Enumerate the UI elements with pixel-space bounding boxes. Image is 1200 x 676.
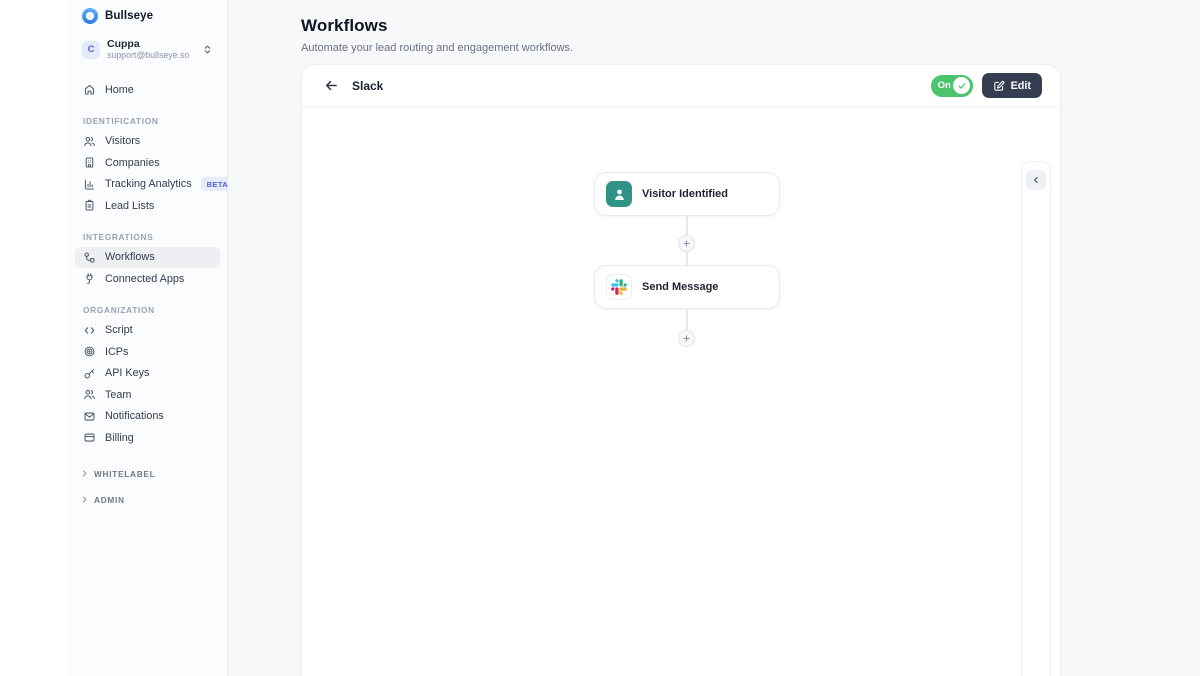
- chevron-right-icon: [80, 495, 89, 504]
- arrow-left-icon: [324, 78, 339, 93]
- section-label-integrations: INTEGRATIONS: [83, 232, 227, 242]
- sidebar-item-tracking-analytics[interactable]: Tracking Analytics BETA: [75, 174, 220, 196]
- edit-pencil-icon: [993, 80, 1005, 92]
- section-label-identification: IDENTIFICATION: [83, 116, 227, 126]
- sidebar-item-connected-apps[interactable]: Connected Apps: [75, 268, 220, 290]
- node-label: Send Message: [642, 281, 718, 293]
- key-icon: [83, 367, 96, 380]
- sidebar-item-label: Companies: [105, 157, 160, 169]
- collapsed-side-panel: [1021, 161, 1051, 676]
- page-title: Workflows: [301, 16, 573, 36]
- account-switcher[interactable]: C Cuppa support@bullseye.so: [76, 34, 219, 65]
- main-content: Workflows Automate your lead routing and…: [228, 0, 1200, 676]
- sidebar-item-workflows[interactable]: Workflows: [75, 247, 220, 269]
- bullseye-logo-icon: [82, 8, 98, 24]
- edit-button-label: Edit: [1011, 80, 1031, 92]
- sidebar-item-label: Script: [105, 324, 133, 336]
- workflow-editor-card: Slack On Edit: [301, 64, 1061, 676]
- collapsible-label: ADMIN: [94, 495, 125, 505]
- sidebar-item-home[interactable]: Home: [75, 79, 220, 101]
- sidebar-item-label: Home: [105, 84, 134, 96]
- account-info: Cuppa support@bullseye.so: [107, 38, 195, 61]
- sidebar-item-label: ICPs: [105, 346, 128, 358]
- visitor-person-icon: [606, 181, 632, 207]
- sidebar: Bullseye C Cuppa support@bullseye.so Hom…: [68, 0, 228, 676]
- account-name: Cuppa: [107, 38, 195, 50]
- sidebar-item-team[interactable]: Team: [75, 384, 220, 406]
- panel-expand-button[interactable]: [1026, 170, 1046, 190]
- sidebar-item-label: Connected Apps: [105, 273, 184, 285]
- plus-icon: [682, 239, 691, 248]
- sidebar-item-label: Lead Lists: [105, 200, 154, 212]
- header-actions: On Edit: [931, 73, 1042, 98]
- add-step-button[interactable]: [678, 330, 695, 347]
- avatar: C: [82, 41, 100, 59]
- toggle-state-label: On: [938, 80, 951, 91]
- workflow-node-trigger[interactable]: Visitor Identified: [594, 172, 780, 216]
- workflow-canvas: Visitor Identified Send: [302, 107, 1060, 676]
- clipboard-icon: [83, 199, 96, 212]
- sidebar-item-label: Team: [105, 389, 131, 401]
- credit-card-icon: [83, 431, 96, 444]
- building-icon: [83, 156, 96, 169]
- sidebar-item-label: Visitors: [105, 135, 140, 147]
- check-icon: [957, 81, 967, 91]
- bar-chart-icon: [83, 178, 96, 191]
- code-icon: [83, 324, 96, 337]
- edit-button[interactable]: Edit: [982, 73, 1042, 98]
- brand: Bullseye: [68, 0, 227, 30]
- sidebar-item-api-keys[interactable]: API Keys: [75, 363, 220, 385]
- home-icon: [83, 83, 96, 96]
- workflow-header: Slack On Edit: [302, 65, 1060, 107]
- toggle-knob: [953, 77, 970, 94]
- sidebar-item-billing[interactable]: Billing: [75, 427, 220, 449]
- select-chevrons-icon: [202, 44, 213, 55]
- node-label: Visitor Identified: [642, 188, 728, 200]
- chevron-left-icon: [1031, 175, 1041, 185]
- workflow-icon: [83, 251, 96, 264]
- page-header: Workflows Automate your lead routing and…: [301, 16, 573, 54]
- sidebar-item-lead-lists[interactable]: Lead Lists: [75, 195, 220, 217]
- mail-icon: [83, 410, 96, 423]
- add-step-button[interactable]: [678, 235, 695, 252]
- sidebar-item-label: Tracking Analytics: [105, 178, 192, 190]
- plus-icon: [682, 334, 691, 343]
- sidebar-item-label: Notifications: [105, 410, 164, 422]
- team-icon: [83, 388, 96, 401]
- brand-name: Bullseye: [105, 10, 153, 22]
- sidebar-item-companies[interactable]: Companies: [75, 152, 220, 174]
- plug-icon: [83, 272, 96, 285]
- target-icon: [83, 345, 96, 358]
- sidebar-nav: Home IDENTIFICATION Visitors Companies T…: [68, 65, 227, 505]
- app-root: Bullseye C Cuppa support@bullseye.so Hom…: [0, 0, 1200, 676]
- sidebar-item-label: API Keys: [105, 367, 149, 379]
- section-label-organization: ORGANIZATION: [83, 305, 227, 315]
- sidebar-item-script[interactable]: Script: [75, 320, 220, 342]
- chevron-right-icon: [80, 469, 89, 478]
- sidebar-item-visitors[interactable]: Visitors: [75, 131, 220, 153]
- sidebar-section-admin[interactable]: ADMIN: [80, 495, 227, 505]
- sidebar-section-whitelabel[interactable]: WHITELABEL: [80, 469, 227, 479]
- slack-logo-icon: [606, 274, 632, 300]
- workflow-name: Slack: [352, 79, 383, 93]
- sidebar-item-notifications[interactable]: Notifications: [75, 406, 220, 428]
- workflow-node-action[interactable]: Send Message: [594, 265, 780, 309]
- users-icon: [83, 135, 96, 148]
- account-email: support@bullseye.so: [107, 50, 195, 61]
- sidebar-item-label: Workflows: [105, 251, 155, 263]
- collapsible-label: WHITELABEL: [94, 469, 155, 479]
- back-button[interactable]: [320, 75, 342, 97]
- sidebar-item-label: Billing: [105, 432, 134, 444]
- workflow-on-toggle[interactable]: On: [931, 75, 973, 97]
- sidebar-item-icps[interactable]: ICPs: [75, 341, 220, 363]
- page-subtitle: Automate your lead routing and engagemen…: [301, 42, 573, 54]
